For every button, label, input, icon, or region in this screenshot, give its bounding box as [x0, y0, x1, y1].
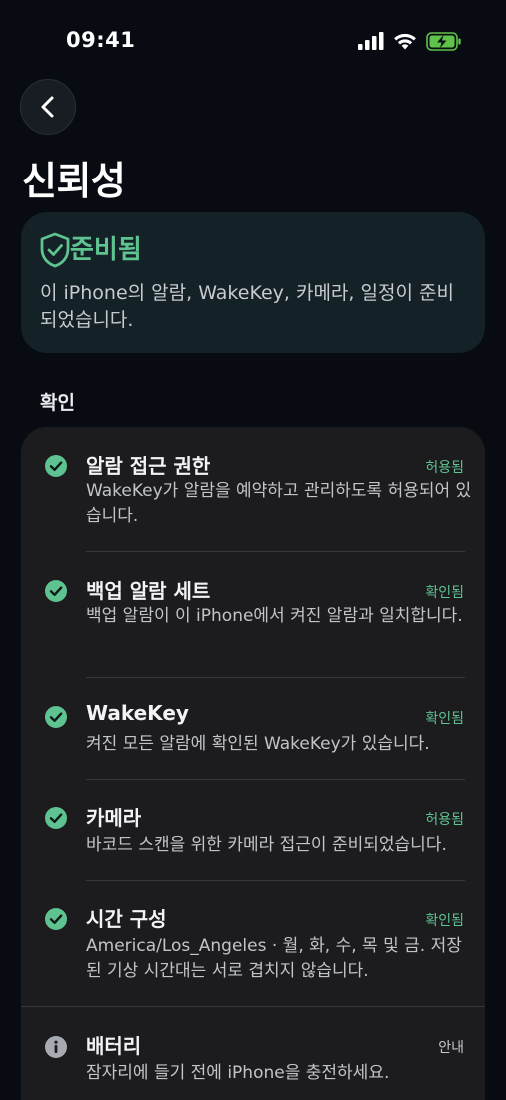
check-circle-icon: [45, 455, 67, 477]
check-item-time-config[interactable]: 시간 구성 확인됨 America/Los_Angeles · 월, 화, 수,…: [21, 881, 485, 1006]
status-badge: 확인됨: [425, 585, 464, 601]
status-icons: [358, 30, 462, 52]
ready-title: 준비됨: [70, 235, 142, 265]
check-circle-icon: [45, 908, 67, 930]
check-circle-icon: [45, 580, 67, 602]
wifi-icon: [394, 33, 416, 50]
ready-description: 이 iPhone의 알람, WakeKey, 카메라, 일정이 준비되었습니다.: [40, 282, 454, 331]
status-badge: 확인됨: [425, 913, 464, 929]
check-description: 백업 알람이 이 iPhone에서 켜진 알람과 일치합니다.: [86, 606, 463, 626]
checks-list: 알람 접근 권한 허용됨 WakeKey가 알람을 예약하고 관리하도록 허용되…: [21, 427, 485, 1100]
section-label-checks: 확인: [40, 392, 75, 414]
status-badge: 허용됨: [425, 812, 464, 828]
check-item-alarm-permission[interactable]: 알람 접근 권한 허용됨 WakeKey가 알람을 예약하고 관리하도록 허용되…: [21, 427, 485, 551]
check-title: 알람 접근 권한: [86, 454, 211, 478]
check-description: 바코드 스캔을 위한 카메라 접근이 준비되었습니다.: [86, 835, 447, 855]
check-circle-icon: [45, 706, 67, 728]
check-title: 백업 알람 세트: [86, 579, 211, 603]
status-bar: 09:41: [0, 0, 506, 80]
status-badge: 안내: [438, 1040, 464, 1056]
check-circle-icon: [45, 807, 67, 829]
page-title: 신뢰성: [22, 159, 126, 203]
check-item-battery[interactable]: 배터리 안내 잠자리에 들기 전에 iPhone을 충전하세요.: [21, 1007, 485, 1100]
check-description: 켜진 모든 알람에 확인된 WakeKey가 있습니다.: [86, 734, 430, 754]
chevron-left-icon: [41, 96, 54, 118]
battery-charging-icon: [426, 31, 461, 51]
check-item-backup-alarm[interactable]: 백업 알람 세트 확인됨 백업 알람이 이 iPhone에서 켜진 알람과 일치…: [21, 552, 485, 677]
back-button[interactable]: [20, 79, 76, 135]
check-item-camera[interactable]: 카메라 허용됨 바코드 스캔을 위한 카메라 접근이 준비되었습니다.: [21, 780, 485, 880]
check-description: America/Los_Angeles · 월, 화, 수, 목 및 금. 저장…: [86, 936, 462, 981]
check-item-wakekey[interactable]: WakeKey 확인됨 켜진 모든 알람에 확인된 WakeKey가 있습니다.: [21, 678, 485, 779]
status-badge: 허용됨: [425, 460, 464, 476]
cellular-signal-icon: [358, 32, 384, 50]
info-circle-icon: [45, 1036, 67, 1058]
check-title: 카메라: [86, 806, 142, 830]
shield-check-icon: [40, 232, 70, 268]
check-title: 시간 구성: [86, 907, 167, 931]
check-description: 잠자리에 들기 전에 iPhone을 충전하세요.: [86, 1063, 390, 1083]
status-badge: 확인됨: [425, 711, 464, 727]
check-title: WakeKey: [86, 701, 189, 725]
check-title: 배터리: [86, 1034, 142, 1058]
check-description: WakeKey가 알람을 예약하고 관리하도록 허용되어 있습니다.: [86, 481, 472, 526]
status-time: 09:41: [66, 28, 136, 52]
